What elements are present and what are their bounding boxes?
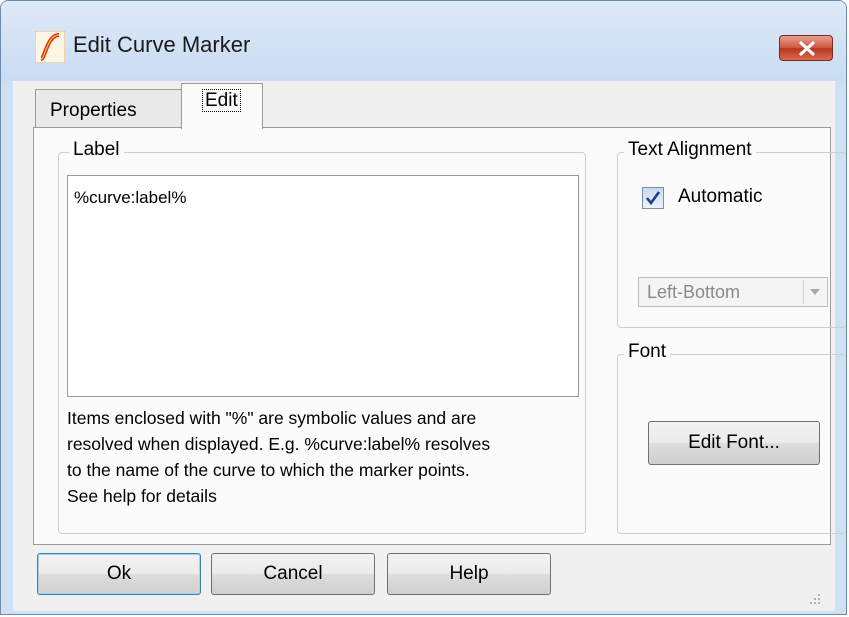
help-line: See help for details: [67, 486, 217, 506]
edit-font-button[interactable]: Edit Font...: [648, 421, 820, 465]
alignment-select[interactable]: Left-Bottom: [638, 277, 828, 307]
close-button[interactable]: [779, 35, 833, 61]
resize-grip-icon[interactable]: [809, 593, 821, 605]
label-group-title: Label: [69, 139, 124, 161]
text-alignment-groupbox: Text Alignment Automatic Left-Bottom: [617, 139, 846, 328]
close-icon: [799, 41, 815, 56]
checkmark-icon: [645, 191, 661, 206]
app-logo-icon: [35, 31, 65, 63]
edit-tab-panel: Label %curve:label% Items enclosed with …: [33, 127, 846, 545]
automatic-checkbox[interactable]: [642, 187, 664, 209]
window-title: Edit Curve Marker: [73, 32, 251, 57]
edit-curve-marker-dialog: Edit Curve Marker Properties Edit Label …: [0, 0, 847, 615]
tab-edit[interactable]: Edit: [181, 83, 263, 129]
help-line: to the name of the curve to which the ma…: [67, 460, 470, 480]
title-bar[interactable]: Edit Curve Marker: [1, 1, 846, 81]
label-text-area[interactable]: %curve:label%: [67, 175, 579, 397]
cancel-button[interactable]: Cancel: [211, 553, 375, 595]
help-button[interactable]: Help: [387, 553, 551, 595]
font-groupbox: Font Edit Font...: [617, 341, 846, 534]
select-arrow[interactable]: [803, 280, 825, 304]
text-alignment-group-title: Text Alignment: [624, 139, 756, 161]
symbolic-values-help-text: Items enclosed with "%" are symbolic val…: [67, 405, 579, 509]
dialog-body: Properties Edit Label %curve:label% Item…: [13, 81, 846, 611]
ok-button[interactable]: Ok: [37, 553, 201, 595]
help-line: Items enclosed with "%" are symbolic val…: [67, 408, 477, 428]
tab-edit-label: Edit: [202, 89, 241, 112]
tab-properties[interactable]: Properties: [35, 89, 183, 127]
help-line: resolved when displayed. E.g. %curve:lab…: [67, 434, 491, 454]
label-groupbox: Label %curve:label% Items enclosed with …: [58, 139, 586, 534]
alignment-select-value: Left-Bottom: [647, 282, 741, 302]
font-group-title: Font: [624, 341, 671, 363]
chevron-down-icon: [810, 289, 820, 295]
tab-properties-label: Properties: [50, 100, 137, 121]
automatic-checkbox-label[interactable]: Automatic: [678, 186, 762, 208]
